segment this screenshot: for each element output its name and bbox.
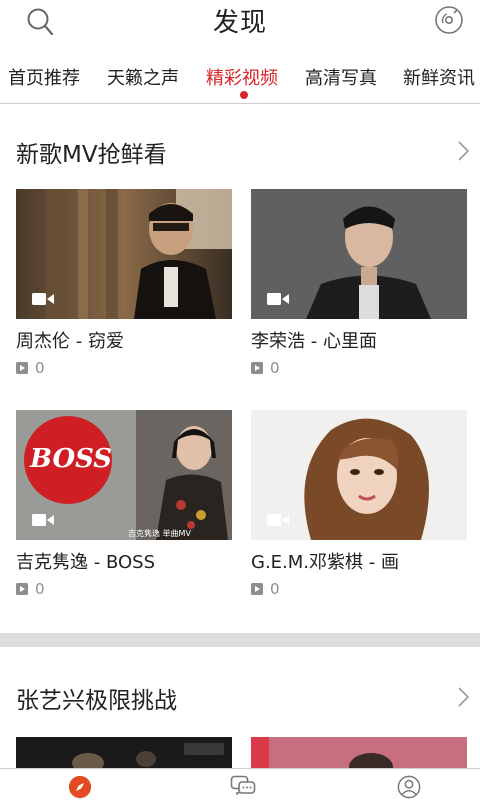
play-count: 0 — [251, 580, 280, 598]
tab-fresh-news[interactable]: 新鲜资讯 — [403, 64, 475, 90]
chat-icon[interactable] — [230, 775, 256, 799]
video-card[interactable]: 周杰伦 - 窃爱 0 — [16, 189, 232, 389]
compass-icon[interactable] — [67, 775, 93, 799]
video-thumbnail[interactable] — [251, 410, 467, 540]
video-title: 吉克隽逸 - BOSS — [16, 552, 155, 573]
video-thumbnail[interactable]: BOSS 吉克隽逸 单曲MV — [16, 410, 232, 540]
play-count-icon — [251, 362, 263, 374]
chevron-right-icon — [458, 141, 470, 161]
section-divider — [0, 633, 480, 647]
thumbnail-image — [16, 737, 232, 768]
tab-heavenly-voice[interactable]: 天籁之声 — [107, 64, 179, 90]
thumbnail-image — [251, 737, 467, 768]
category-tabs: 首页推荐 天籁之声 精彩视频 高清写真 新鲜资讯 — [0, 52, 480, 104]
video-title: G.E.M.邓紫棋 - 画 — [251, 552, 399, 573]
page-title: 发现 — [212, 8, 267, 38]
video-card[interactable]: BOSS 吉克隽逸 单曲MV 吉克隽逸 - BOSS 0 — [16, 410, 232, 610]
section-title: 新歌MV抢鲜看 — [16, 142, 167, 168]
video-thumbnail[interactable] — [16, 189, 232, 319]
video-camera-icon — [32, 293, 54, 305]
play-count-icon — [16, 583, 28, 595]
video-card[interactable]: G.E.M.邓紫棋 - 画 0 — [251, 410, 467, 610]
tab-featured-videos[interactable]: 精彩视频 — [206, 64, 278, 90]
tab-hd-photos[interactable]: 高清写真 — [305, 64, 377, 90]
play-count-value: 0 — [35, 359, 45, 377]
play-count-icon — [251, 583, 263, 595]
chevron-right-icon — [458, 687, 470, 707]
play-count: 0 — [251, 359, 280, 377]
play-count-value: 0 — [35, 580, 45, 598]
bottom-nav — [0, 768, 480, 800]
top-bar: 发现 — [0, 0, 480, 52]
profile-icon[interactable] — [396, 775, 422, 799]
video-camera-icon — [267, 293, 289, 305]
thumbnail-caption: 吉克隽逸 单曲MV — [128, 529, 191, 538]
play-count-value: 0 — [270, 580, 280, 598]
play-count: 0 — [16, 580, 45, 598]
video-thumbnail[interactable] — [251, 189, 467, 319]
content-feed[interactable]: 新歌MV抢鲜看 周杰伦 - 窃爱 0 李荣浩 - 心里面 0 BOSS 吉克隽逸… — [0, 105, 480, 768]
active-tab-indicator — [240, 91, 248, 99]
video-camera-icon — [267, 514, 289, 526]
video-title: 周杰伦 - 窃爱 — [16, 331, 124, 352]
video-title: 李荣浩 - 心里面 — [251, 331, 377, 352]
video-card[interactable]: 李荣浩 - 心里面 0 — [251, 189, 467, 389]
section-title: 张艺兴极限挑战 — [16, 688, 177, 714]
video-camera-icon — [32, 514, 54, 526]
play-count-icon — [16, 362, 28, 374]
music-disc-icon[interactable] — [434, 5, 464, 35]
video-thumbnail-partial[interactable] — [251, 737, 467, 768]
video-thumbnail-partial[interactable] — [16, 737, 232, 768]
play-count: 0 — [16, 359, 45, 377]
play-count-value: 0 — [270, 359, 280, 377]
section-header[interactable]: 新歌MV抢鲜看 — [0, 127, 480, 175]
thumbnail-boss-logo: BOSS — [30, 444, 113, 474]
section-header[interactable]: 张艺兴极限挑战 — [0, 673, 480, 721]
tab-home-recommend[interactable]: 首页推荐 — [8, 64, 80, 90]
